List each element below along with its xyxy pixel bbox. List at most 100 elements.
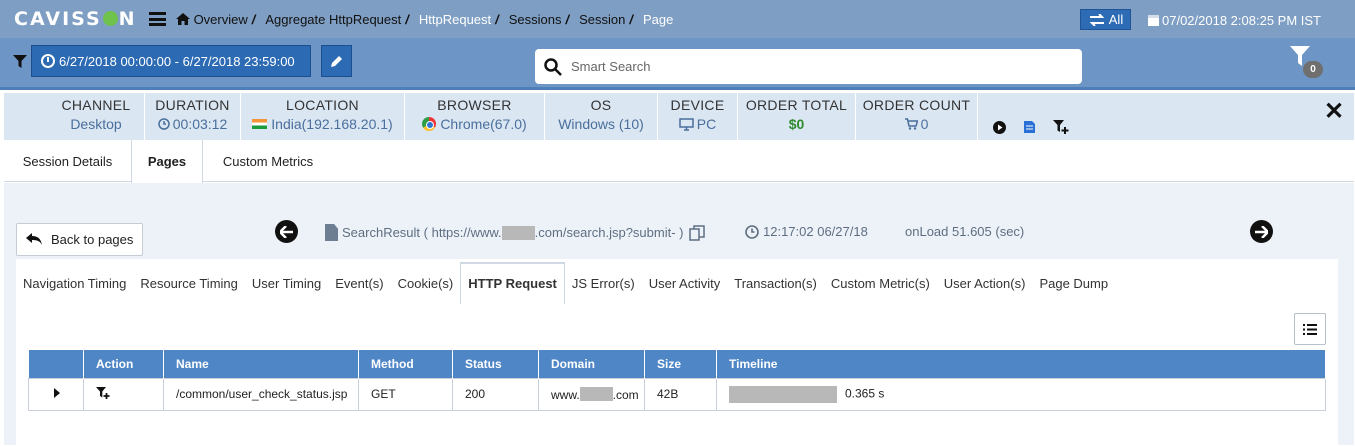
browser-info: BROWSER Chrome(67.0) bbox=[405, 93, 545, 140]
breadcrumb-aggregate-httprequest[interactable]: Aggregate HttpRequest bbox=[265, 12, 401, 27]
tab-resource-timing[interactable]: Resource Timing bbox=[133, 276, 245, 304]
clock-icon bbox=[158, 118, 170, 130]
chrome-icon bbox=[422, 117, 437, 131]
device-value: PC bbox=[696, 116, 717, 132]
order-total-info: ORDER TOTAL $0 bbox=[738, 93, 856, 140]
domain-suffix: .com bbox=[612, 387, 639, 402]
timeline-bar bbox=[729, 385, 837, 403]
tab-navigation-timing[interactable]: Navigation Timing bbox=[16, 276, 133, 304]
datetime-text: 07/02/2018 2:08:25 PM IST bbox=[1162, 13, 1321, 28]
page-url-prefix: SearchResult ( https://www. bbox=[342, 225, 502, 240]
onload-time: onLoad 51.605 (sec) bbox=[905, 224, 1025, 239]
previous-page-button[interactable] bbox=[275, 220, 298, 243]
session-actions bbox=[993, 120, 1069, 134]
search-input[interactable] bbox=[571, 59, 1051, 74]
file-icon bbox=[325, 224, 338, 241]
pencil-icon bbox=[330, 56, 342, 67]
close-icon[interactable]: ✕ bbox=[1324, 100, 1344, 124]
request-name: /common/user_check_status.jsp bbox=[163, 377, 359, 411]
breadcrumb: Overview / Aggregate HttpRequest / HttpReq… bbox=[175, 11, 674, 27]
table-row[interactable]: /common/user_check_status.jsp GET 200 ww… bbox=[28, 377, 1326, 411]
tab-js-errors[interactable]: JS Error(s) bbox=[565, 276, 642, 304]
column-header-size[interactable]: Size bbox=[644, 350, 717, 378]
column-list-button[interactable] bbox=[1294, 313, 1326, 345]
http-request-table: Action Name Method Status Domain Size Ti… bbox=[28, 350, 1326, 411]
clock-icon bbox=[745, 224, 759, 239]
all-button[interactable]: All bbox=[1080, 9, 1131, 30]
cart-icon bbox=[904, 118, 918, 130]
filter-icon[interactable] bbox=[13, 55, 27, 68]
os-info: OS Windows (10) bbox=[545, 93, 658, 140]
monitor-icon bbox=[679, 117, 694, 131]
tab-custom-metrics-page[interactable]: Custom Metric(s) bbox=[824, 276, 937, 304]
add-filter-icon[interactable] bbox=[1053, 120, 1069, 134]
expand-row-icon[interactable] bbox=[54, 388, 60, 398]
tab-transactions[interactable]: Transaction(s) bbox=[727, 276, 824, 304]
tab-user-timing[interactable]: User Timing bbox=[245, 276, 328, 304]
channel-label: CHANNEL bbox=[61, 97, 131, 113]
duration-label: DURATION bbox=[155, 97, 230, 113]
main-tabs: Session Details Pages Custom Metrics bbox=[4, 140, 1354, 183]
edit-date-button[interactable] bbox=[321, 45, 352, 77]
home-icon bbox=[175, 13, 190, 25]
tab-events[interactable]: Event(s) bbox=[328, 276, 390, 304]
device-info: DEVICE PC bbox=[658, 93, 738, 140]
request-timeline: 0.365 s bbox=[716, 377, 1326, 411]
copy-icon[interactable] bbox=[688, 224, 705, 241]
list-icon bbox=[1303, 323, 1317, 335]
breadcrumb-page: Page bbox=[643, 11, 674, 27]
action-cell[interactable] bbox=[83, 377, 164, 411]
tab-pages[interactable]: Pages bbox=[131, 140, 203, 183]
column-header-domain[interactable]: Domain bbox=[538, 350, 645, 378]
tab-http-request[interactable]: HTTP Request bbox=[460, 262, 565, 304]
calendar-icon bbox=[1148, 15, 1159, 26]
redacted-domain bbox=[579, 386, 613, 401]
request-size: 42B bbox=[644, 377, 717, 411]
breadcrumb-httprequest[interactable]: HttpRequest bbox=[419, 12, 491, 27]
play-replay-icon[interactable] bbox=[993, 120, 1006, 134]
date-range-text: 6/27/2018 00:00:00 - 6/27/2018 23:59:00 bbox=[59, 53, 295, 69]
menu-icon[interactable] bbox=[148, 12, 166, 26]
request-method: GET bbox=[358, 377, 453, 411]
all-button-label: All bbox=[1108, 12, 1124, 27]
tab-cookies[interactable]: Cookie(s) bbox=[391, 276, 461, 304]
os-value: Windows (10) bbox=[558, 116, 644, 132]
breadcrumb-sessions[interactable]: Sessions bbox=[509, 12, 562, 27]
table-header-row: Action Name Method Status Domain Size Ti… bbox=[28, 350, 1326, 378]
date-range-button[interactable]: 6/27/2018 00:00:00 - 6/27/2018 23:59:00 bbox=[31, 45, 311, 77]
redacted-domain bbox=[501, 225, 535, 240]
page-detail-tabs: Navigation Timing Resource Timing User T… bbox=[16, 259, 1115, 304]
request-status: 200 bbox=[452, 377, 539, 411]
breadcrumb-session[interactable]: Session bbox=[579, 12, 625, 27]
browser-label: BROWSER bbox=[437, 97, 512, 113]
tab-session-details[interactable]: Session Details bbox=[4, 140, 131, 182]
order-count-info: ORDER COUNT 0 bbox=[856, 93, 978, 140]
tab-page-dump[interactable]: Page Dump bbox=[1032, 276, 1115, 304]
column-header-timeline[interactable]: Timeline bbox=[716, 350, 1326, 378]
column-header-status[interactable]: Status bbox=[452, 350, 539, 378]
page-timestamp: 12:17:02 06/27/18 bbox=[745, 224, 868, 239]
document-icon[interactable] bbox=[1024, 121, 1035, 133]
column-header-action[interactable]: Action bbox=[83, 350, 164, 378]
channel-value: Desktop bbox=[70, 116, 122, 132]
order-count-value: 0 bbox=[920, 116, 929, 132]
tab-user-activity[interactable]: User Activity bbox=[642, 276, 728, 304]
back-to-pages-button[interactable]: Back to pages bbox=[16, 223, 143, 256]
column-header-name[interactable]: Name bbox=[163, 350, 359, 378]
clock-icon bbox=[41, 54, 55, 68]
next-page-button[interactable] bbox=[1250, 220, 1273, 243]
tab-custom-metrics[interactable]: Custom Metrics bbox=[203, 140, 333, 182]
timeline-value: 0.365 s bbox=[845, 386, 885, 401]
smart-search-box[interactable] bbox=[535, 49, 1082, 84]
location-value: India(192.168.20.1) bbox=[271, 116, 393, 132]
expand-cell[interactable] bbox=[28, 377, 84, 411]
session-info-bar: CHANNEL Desktop DURATION 00:03:12 LOCATI… bbox=[4, 93, 1354, 140]
top-nav-bar: CAVISS N Overview / Aggregate HttpRequest /… bbox=[0, 0, 1355, 38]
breadcrumb-overview[interactable]: Overview bbox=[194, 12, 248, 27]
page-url-suffix: .com/search.jsp?submit- ) bbox=[534, 225, 684, 240]
order-total-label: ORDER TOTAL bbox=[745, 97, 848, 113]
tab-user-actions[interactable]: User Action(s) bbox=[937, 276, 1033, 304]
column-header-method[interactable]: Method bbox=[358, 350, 453, 378]
current-datetime: 07/02/2018 2:08:25 PM IST bbox=[1148, 13, 1321, 28]
add-filter-icon[interactable] bbox=[96, 386, 110, 399]
